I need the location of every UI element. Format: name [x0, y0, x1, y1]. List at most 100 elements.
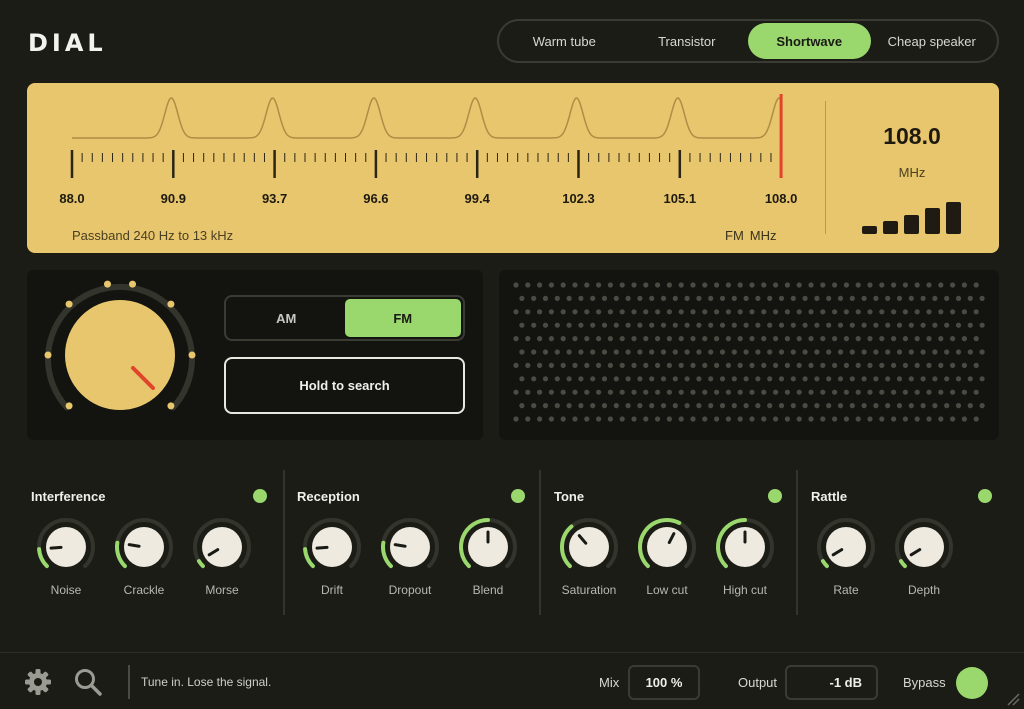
grille-hole [778, 349, 785, 355]
grille-hole [849, 376, 855, 382]
grille-hole [867, 389, 873, 395]
footer-divider [128, 665, 130, 699]
tuner-display[interactable]: 88.0 90.9 93.7 96.6 99.4 102.3 105.1 108.0 Pass… [27, 83, 999, 253]
speaker-grille [513, 282, 985, 422]
grille-hole [832, 362, 838, 368]
grille-hole [861, 322, 867, 328]
grille-hole [660, 403, 667, 409]
tuning-dial[interactable] [27, 270, 217, 440]
grille-hole [814, 349, 820, 355]
search-icon[interactable] [73, 667, 103, 697]
mode-fm-button[interactable]: FM [344, 299, 461, 337]
grille-hole [902, 389, 908, 395]
knob-high-cut[interactable] [714, 516, 776, 578]
knob-crackle[interactable] [113, 516, 175, 578]
grille-hole [902, 309, 908, 315]
section-enable-led[interactable] [978, 489, 992, 503]
grille-hole [885, 322, 891, 328]
grille-hole [537, 336, 543, 342]
grille-hole [731, 403, 737, 409]
preset-cheap-speaker[interactable]: Cheap speaker [871, 23, 994, 59]
grille-hole [537, 309, 543, 315]
bypass-toggle[interactable] [956, 667, 988, 699]
grille-hole [631, 336, 637, 342]
knob-pointer [127, 543, 141, 548]
section-enable-led[interactable] [253, 489, 267, 503]
grille-hole [843, 336, 849, 342]
band-mode-toggle: AM FM [224, 295, 465, 341]
knob-label: Crackle [123, 583, 165, 597]
grille-hole [513, 362, 519, 368]
grille-hole [714, 309, 720, 315]
grille-hole [601, 322, 608, 328]
knob-blend[interactable] [457, 516, 519, 578]
grille-hole [849, 322, 855, 328]
grille-hole [678, 389, 684, 395]
preset-transistor[interactable]: Transistor [626, 23, 749, 59]
grille-hole [525, 362, 531, 368]
grille-hole [926, 389, 932, 395]
knob-drift[interactable] [301, 516, 363, 578]
grille-hole [896, 322, 903, 328]
grille-hole [666, 389, 672, 395]
hold-to-search-button[interactable]: Hold to search [224, 357, 465, 414]
preset-warm-tube[interactable]: Warm tube [503, 23, 626, 59]
knob-depth[interactable] [893, 516, 955, 578]
resize-grip-icon[interactable] [1006, 692, 1020, 706]
knob-saturation[interactable] [558, 516, 620, 578]
grille-hole [537, 416, 543, 422]
grille-hole [578, 295, 584, 301]
grille-hole [584, 282, 590, 288]
grille-hole [885, 376, 891, 382]
section-divider [539, 470, 541, 615]
grille-hole [755, 322, 761, 328]
grille-hole [619, 389, 625, 395]
grille-hole [891, 309, 897, 315]
grille-hole [926, 362, 932, 368]
mix-value-field[interactable]: 100 % [628, 665, 700, 700]
grille-hole [696, 403, 702, 409]
grille-hole [784, 336, 790, 342]
grille-hole [601, 376, 608, 382]
grille-hole [920, 376, 926, 382]
preset-shortwave[interactable]: Shortwave [748, 23, 871, 59]
grille-hole [525, 389, 531, 395]
section-enable-led[interactable] [511, 489, 525, 503]
grille-hole [542, 376, 549, 382]
grille-hole [896, 376, 903, 382]
section-enable-led[interactable] [768, 489, 782, 503]
grille-hole [714, 389, 720, 395]
grille-hole [873, 349, 879, 355]
knob-rate[interactable] [815, 516, 877, 578]
grille-hole [808, 309, 814, 315]
grille-hole [961, 389, 967, 395]
knob-noise[interactable] [35, 516, 97, 578]
gear-icon[interactable] [23, 667, 53, 697]
grille-hole [950, 389, 956, 395]
grille-hole [613, 295, 619, 301]
grille-hole [832, 282, 838, 288]
grille-hole [973, 282, 979, 288]
grille-hole [537, 362, 543, 368]
grille-hole [731, 376, 737, 382]
knob-low-cut[interactable] [636, 516, 698, 578]
grille-hole [796, 362, 802, 368]
grille-hole [938, 282, 944, 288]
grille-hole [731, 349, 737, 355]
knob-morse[interactable] [191, 516, 253, 578]
grille-hole [926, 282, 932, 288]
grille-hole [914, 389, 920, 395]
knob-label: Dropout [388, 583, 432, 597]
dial-marker-dot [188, 351, 196, 359]
grille-hole [808, 416, 814, 422]
knob-dropout[interactable] [379, 516, 441, 578]
grille-hole [749, 416, 755, 422]
mode-am-button[interactable]: AM [228, 299, 345, 337]
output-value-field[interactable]: -1 dB [785, 665, 878, 700]
grille-hole [578, 349, 584, 355]
grille-hole [767, 403, 773, 409]
grille-hole [560, 309, 566, 315]
grille-hole [832, 389, 838, 395]
grille-hole [961, 362, 967, 368]
passband-curve [72, 97, 782, 139]
